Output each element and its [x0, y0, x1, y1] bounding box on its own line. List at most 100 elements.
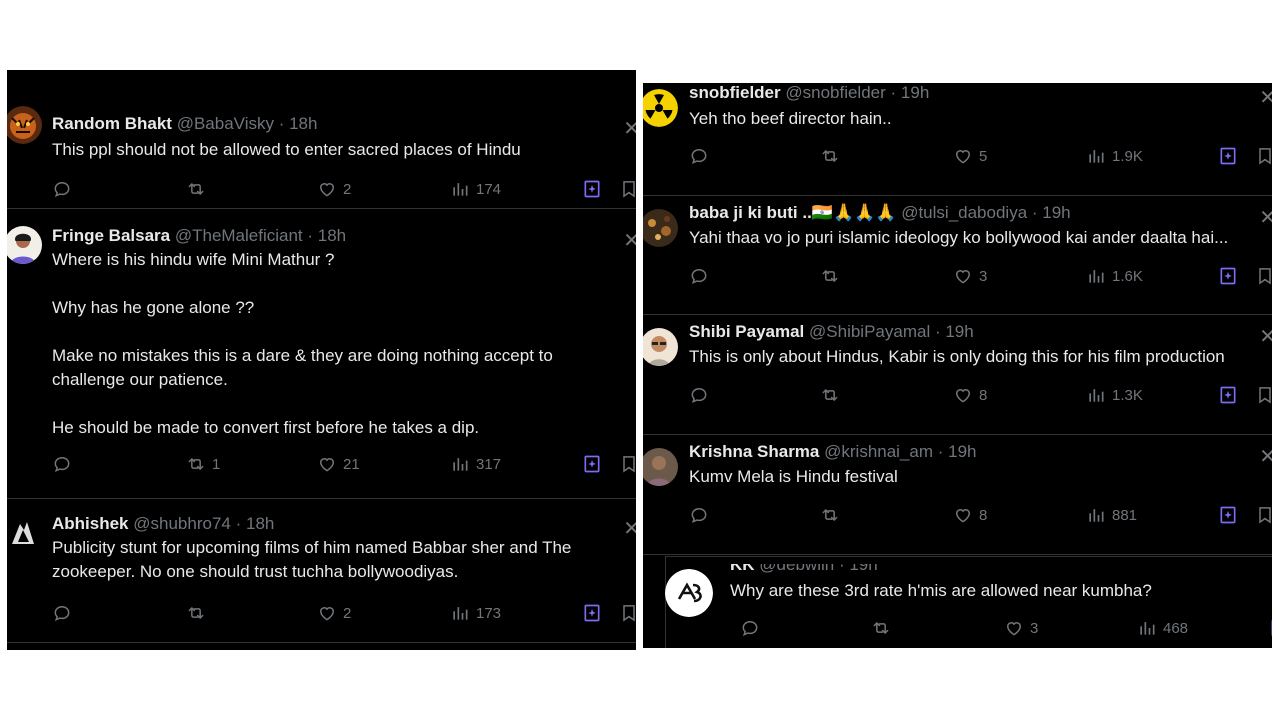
x-close-icon[interactable]: ✕ [623, 516, 636, 541]
x-close-icon[interactable]: ✕ [1259, 444, 1272, 469]
repost-button[interactable] [186, 603, 212, 623]
like-button[interactable]: 2 [317, 179, 351, 199]
grok-button[interactable] [1269, 618, 1272, 638]
avatar[interactable] [7, 106, 42, 144]
like-button[interactable]: 8 [953, 505, 987, 525]
reply-button[interactable] [52, 603, 78, 623]
reply-button[interactable] [689, 385, 715, 405]
repost-button[interactable] [186, 179, 212, 199]
tweet[interactable]: Krishna Sharma @krishnai_am · 19h ✕ Kumv M… [643, 434, 1272, 555]
grok-button[interactable] [582, 179, 602, 199]
grok-button[interactable] [1218, 266, 1238, 286]
like-button[interactable]: 3 [953, 266, 987, 286]
bookmark-button[interactable] [1255, 505, 1272, 525]
bookmark-button[interactable] [1255, 146, 1272, 166]
repost-button[interactable] [820, 385, 846, 405]
reply-button[interactable] [740, 618, 766, 638]
user-handle[interactable]: @tulsi_dabodiya [901, 203, 1027, 222]
avatar[interactable] [7, 226, 42, 264]
grok-button[interactable] [582, 454, 602, 474]
bookmark-button[interactable] [619, 179, 636, 199]
display-name[interactable]: Shibi Payamal [689, 322, 804, 341]
reply-button[interactable] [689, 505, 715, 525]
x-close-icon[interactable]: ✕ [623, 116, 636, 141]
views-button[interactable]: 468 [1137, 618, 1188, 638]
avatar[interactable] [7, 514, 42, 552]
reply-button[interactable] [689, 266, 715, 286]
avatar[interactable] [643, 89, 678, 127]
tweet[interactable]: baba ji ki buti ..🇮🇳🙏🙏🙏 @tulsi_dabodiya … [643, 195, 1272, 315]
like-button[interactable]: 21 [317, 454, 360, 474]
like-button[interactable]: 5 [953, 146, 987, 166]
tweet[interactable]: Fringe Balsara @TheMaleficiant · 18h ✕ Whe… [7, 210, 636, 499]
tweet[interactable]: Random Bhakt @BabaVisky · 18h ✕ This ppl s… [7, 88, 636, 209]
grok-button[interactable] [582, 603, 602, 623]
bookmark-button[interactable] [619, 603, 636, 623]
grok-icon [582, 454, 602, 474]
user-handle[interactable]: @debwiin [759, 564, 834, 574]
x-close-icon[interactable]: ✕ [1259, 85, 1272, 110]
post-time[interactable]: · 18h [236, 514, 275, 533]
repost-button[interactable] [871, 618, 897, 638]
user-handle[interactable]: @krishnai_am [824, 442, 933, 461]
post-time[interactable]: · 18h [279, 114, 318, 133]
bookmark-button[interactable] [619, 454, 636, 474]
display-name[interactable]: KK [730, 564, 755, 574]
repost-button[interactable] [820, 146, 846, 166]
reply-button[interactable] [52, 179, 78, 199]
reply-button[interactable] [689, 146, 715, 166]
avatar[interactable] [643, 209, 678, 247]
display-name[interactable]: Fringe Balsara [52, 226, 170, 245]
post-time[interactable]: · 19h [938, 442, 977, 461]
repost-button[interactable] [820, 505, 846, 525]
views-button[interactable]: 174 [450, 179, 501, 199]
user-handle[interactable]: @shubhro74 [133, 514, 231, 533]
post-time[interactable]: · 19h [1032, 203, 1071, 222]
post-time[interactable]: · 18h [307, 226, 346, 245]
avatar[interactable] [643, 448, 678, 486]
post-time[interactable]: · 19h [891, 83, 930, 102]
tweet[interactable]: Shibi Payamal @ShibiPayamal · 19h ✕ This i… [643, 314, 1272, 435]
tweet-line: This ppl should not be allowed to enter … [52, 140, 521, 159]
display-name[interactable]: baba ji ki buti ..🇮🇳🙏🙏🙏 [689, 203, 896, 222]
display-name[interactable]: Krishna Sharma [689, 442, 819, 461]
display-name[interactable]: snobfielder [689, 83, 781, 102]
reply-icon [52, 603, 72, 623]
grok-button[interactable] [1218, 385, 1238, 405]
repost-button[interactable]: 1 [186, 454, 220, 474]
post-time[interactable]: · 19h [935, 322, 974, 341]
user-handle[interactable]: @TheMaleficiant [175, 226, 303, 245]
like-button[interactable]: 3 [1004, 618, 1038, 638]
user-handle[interactable]: @snobfielder [785, 83, 885, 102]
like-button[interactable]: 2 [317, 603, 351, 623]
post-time[interactable]: · 19h [839, 564, 878, 574]
avatar[interactable] [643, 328, 678, 366]
views-button[interactable]: 881 [1086, 505, 1137, 525]
reply-button[interactable] [52, 454, 78, 474]
avatar[interactable] [665, 569, 713, 617]
x-close-icon[interactable]: ✕ [623, 228, 636, 253]
x-close-icon[interactable]: ✕ [1259, 324, 1272, 349]
tweet-text: This is only about Hindus, Kabir is only… [689, 345, 1225, 369]
views-button[interactable]: 1.6K [1086, 266, 1143, 286]
tweet[interactable]: KK @debwiin · 19h Why are these 3rd rate … [665, 556, 1272, 648]
x-close-icon[interactable]: ✕ [1259, 205, 1272, 230]
views-button[interactable]: 1.9K [1086, 146, 1143, 166]
views-button[interactable]: 173 [450, 603, 501, 623]
repost-icon [186, 179, 206, 199]
views-button[interactable]: 317 [450, 454, 501, 474]
bookmark-button[interactable] [1255, 266, 1272, 286]
repost-button[interactable] [820, 266, 846, 286]
user-handle[interactable]: @BabaVisky [177, 114, 274, 133]
tweet[interactable]: snobfielder @snobfielder · 19h ✕ Yeh tho b… [643, 83, 1272, 196]
bookmark-button[interactable] [1255, 385, 1272, 405]
grok-button[interactable] [1218, 505, 1238, 525]
tweet[interactable]: Abhishek @shubhro74 · 18h ✕ Publicity stun… [7, 498, 636, 643]
tweet-line: Yeh tho beef director hain.. [689, 109, 892, 128]
display-name[interactable]: Abhishek [52, 514, 129, 533]
grok-button[interactable] [1218, 146, 1238, 166]
display-name[interactable]: Random Bhakt [52, 114, 172, 133]
user-handle[interactable]: @ShibiPayamal [809, 322, 930, 341]
views-button[interactable]: 1.3K [1086, 385, 1143, 405]
like-button[interactable]: 8 [953, 385, 987, 405]
